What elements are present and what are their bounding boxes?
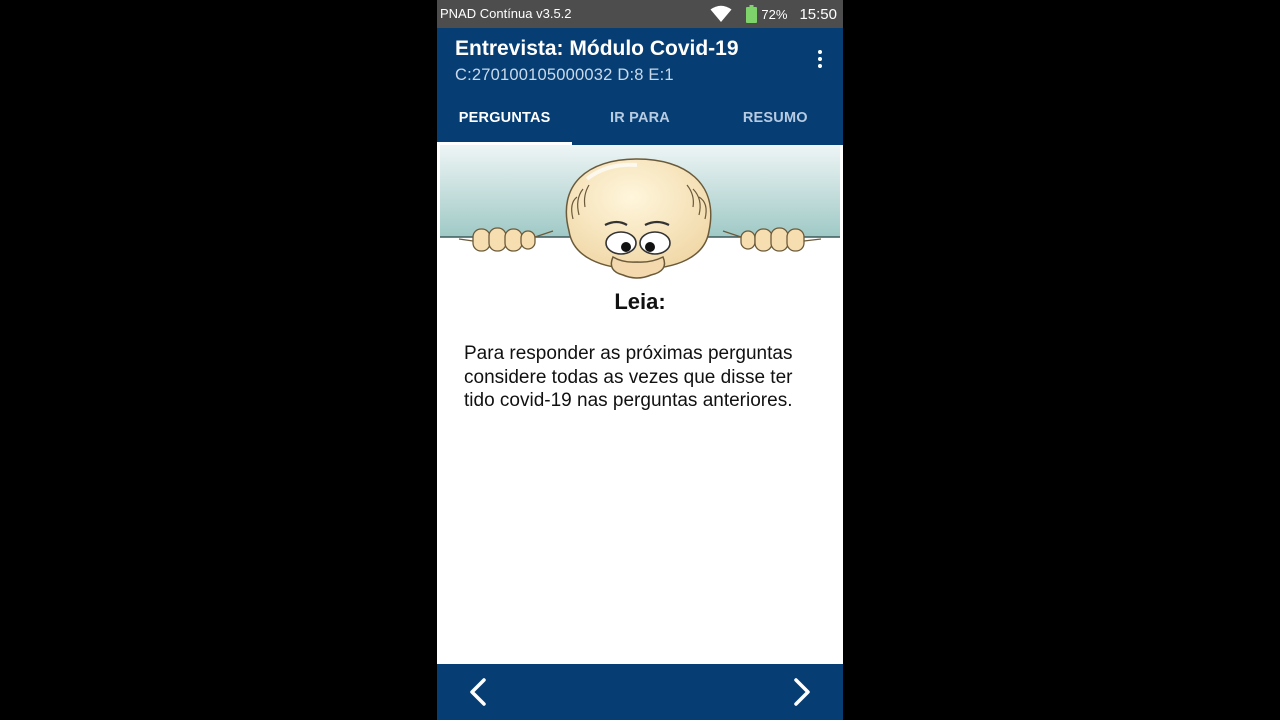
status-indicators: 72% 15:50 — [710, 0, 837, 28]
status-bar: PNAD Contínua v3.5.2 72% 15:50 — [437, 0, 843, 28]
chevron-left-icon[interactable] — [464, 676, 494, 708]
battery-percent: 72% — [761, 6, 788, 22]
page-title: Entrevista: Módulo Covid-19 — [455, 37, 739, 60]
content-heading: Leia: — [614, 289, 666, 314]
more-vert-icon[interactable] — [815, 50, 825, 72]
battery-icon — [746, 5, 758, 23]
clock: 15:50 — [799, 5, 837, 23]
tab-ir-para[interactable]: IR PARA — [572, 90, 707, 145]
instruction-text: Para responder as próximas perguntas con… — [464, 343, 793, 411]
tab-bar: PERGUNTAS IR PARA RESUMO — [437, 90, 843, 145]
bottom-nav-bar — [437, 664, 843, 720]
interview-code: C:270100105000032 D:8 E:1 — [455, 66, 674, 84]
wifi-icon — [710, 5, 732, 22]
app-version: PNAD Contínua v3.5.2 — [440, 6, 572, 21]
app-bar: Entrevista: Módulo Covid-19 C:2701001050… — [437, 28, 843, 90]
chevron-right-icon[interactable] — [786, 676, 816, 708]
tab-resumo[interactable]: RESUMO — [708, 90, 843, 145]
tab-perguntas[interactable]: PERGUNTAS — [437, 90, 573, 145]
phone-screen: PNAD Contínua v3.5.2 72% 15:50 Entrevist… — [437, 0, 843, 720]
peeking-man-illustration — [440, 145, 840, 279]
